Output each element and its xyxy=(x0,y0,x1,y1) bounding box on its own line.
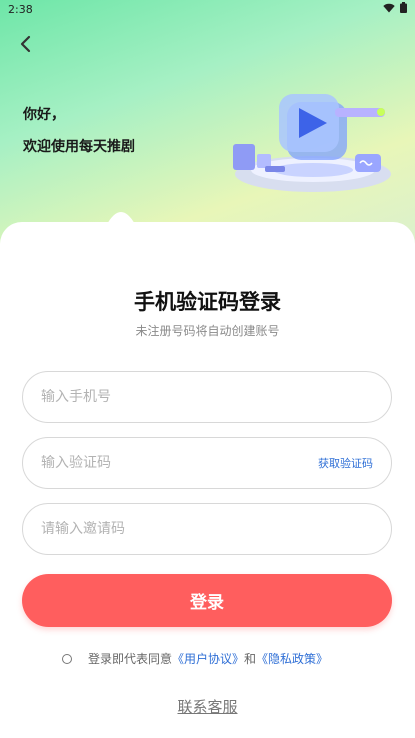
status-bar: 2:38 xyxy=(0,0,415,18)
phone-input[interactable] xyxy=(41,389,373,405)
contact-support-link[interactable]: 联系客服 xyxy=(0,696,415,717)
battery-icon xyxy=(400,2,407,16)
page-title: 手机验证码登录 xyxy=(134,290,281,314)
wifi-icon xyxy=(383,3,395,16)
agreement-conjunction: 和 xyxy=(244,652,257,666)
invite-field xyxy=(22,503,392,555)
login-button[interactable]: 登录 xyxy=(22,574,392,627)
greeting-line-1: 你好， xyxy=(23,107,65,123)
get-code-button[interactable]: 获取验证码 xyxy=(318,455,373,471)
greeting: 你好， 欢迎使用每天推剧 xyxy=(23,104,135,156)
privacy-policy-link[interactable]: 《隐私政策》 xyxy=(256,650,328,667)
code-input[interactable] xyxy=(41,455,318,471)
agreement-row: 登录即代表同意 《用户协议》 和 《隐私政策》 xyxy=(62,650,328,667)
user-agreement-link[interactable]: 《用户协议》 xyxy=(172,650,244,667)
card-notch xyxy=(106,212,136,226)
agreement-prefix: 登录即代表同意 xyxy=(88,652,173,666)
chevron-left-icon xyxy=(20,35,31,53)
code-field: 获取验证码 xyxy=(22,437,392,489)
agreement-radio[interactable] xyxy=(62,653,72,664)
status-time: 2:38 xyxy=(8,2,33,16)
greeting-line-2: 欢迎使用每天推剧 xyxy=(23,139,135,155)
page-subtitle: 未注册号码将自动创建账号 xyxy=(135,324,280,338)
back-button[interactable] xyxy=(14,30,38,58)
invite-input[interactable] xyxy=(41,521,373,537)
phone-field xyxy=(22,371,392,423)
play-illustration xyxy=(233,94,391,192)
